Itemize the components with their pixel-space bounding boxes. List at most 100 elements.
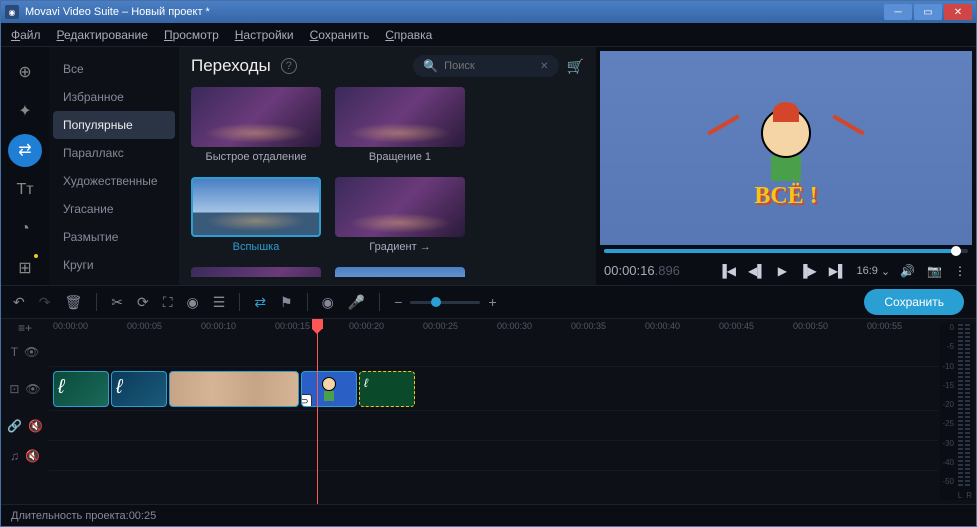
audio-track[interactable] [49,441,938,471]
zoom-out-button[interactable]: − [394,294,402,310]
video-track[interactable]: ℓ ℓ ⊂⊃ ℓ [49,367,938,411]
cat-favorites[interactable]: Избранное [49,83,179,111]
cat-artistic[interactable]: Художественные [49,167,179,195]
close-button[interactable]: ✕ [944,4,972,20]
transition-thumb [335,177,465,237]
clip[interactable]: ℓ [359,371,415,407]
next-clip-button[interactable]: ▶▌ [827,264,849,278]
transition-label: Вращение 1 [335,151,465,163]
prev-frame-button[interactable]: ◀▌ [746,264,768,278]
timeline-toolbar: ↶ ↷ 🗑 ✂ ⟳ ⛶ ◉ ☰ ⇄ ⚑ ◉ 🎤 − + Сохранить [1,285,976,319]
crop-button[interactable]: ⛶ [163,294,173,311]
clip[interactable] [169,371,299,407]
preview-video[interactable]: ВСЁ ! [600,51,972,245]
more-tool[interactable]: ⊞ [8,252,42,285]
transition-item[interactable]: Кен Бернс - плавно [335,267,465,277]
transitions-panel: Переходы ? 🔍 ✕ 🛒 Быс [179,47,596,285]
more-icon[interactable]: ⋮ [952,264,968,278]
text-track-icon[interactable]: T [11,345,18,359]
rotate-button[interactable]: ⟳ [137,294,149,311]
split-button[interactable]: ✂ [111,294,123,311]
menu-save[interactable]: Сохранить [310,28,370,42]
transition-item[interactable]: Вращение 1 [335,87,465,163]
cat-blur[interactable]: Размытие [49,223,179,251]
playhead[interactable] [317,319,318,504]
menu-settings[interactable]: Настройки [235,28,294,42]
transition-badge[interactable]: ⊂⊃ [301,394,312,407]
menu-file[interactable]: Файл [11,28,41,42]
clip[interactable]: ℓ [111,371,167,407]
transition-item-selected[interactable]: Вспышка [191,177,321,253]
next-frame-button[interactable]: ▐▶ [797,264,819,278]
status-label: Длительность проекта: [11,510,129,522]
mute-icon[interactable]: 🔇 [28,419,43,433]
zoom-slider[interactable] [410,301,480,304]
cat-all[interactable]: Все [49,55,179,83]
prev-clip-button[interactable]: ▐◀ [716,264,738,278]
search-input[interactable] [444,60,534,72]
volume-icon[interactable]: 🔊 [898,264,917,278]
preview-character [736,108,836,188]
search-field[interactable]: 🔍 ✕ [413,55,558,77]
export-button[interactable]: Сохранить [864,289,964,315]
transition-label: Быстрое отдаление [191,151,321,163]
menu-help[interactable]: Справка [385,28,432,42]
marker-button[interactable]: ⚑ [280,294,293,311]
timecode: 00:00:16.896 [604,263,680,279]
undo-button[interactable]: ↶ [13,294,25,311]
filters-tool[interactable]: ✦ [8,94,42,127]
play-button[interactable]: ▶ [776,264,789,278]
transitions-tool[interactable]: ⇄ [8,134,42,167]
transition-item[interactable]: Быстрое отдаление [191,87,321,163]
status-value: 00:25 [129,510,157,522]
cat-fade[interactable]: Угасание [49,195,179,223]
maximize-button[interactable]: ▭ [914,4,942,20]
link-track-icon[interactable]: 🔗 [7,419,22,433]
menu-edit[interactable]: Редактирование [57,28,148,42]
minimize-button[interactable]: ─ [884,4,912,20]
mute-icon[interactable]: 🔇 [25,449,40,463]
help-icon[interactable]: ? [281,58,297,74]
import-tool[interactable]: ⊕ [8,55,42,88]
transition-thumb [191,87,321,147]
visibility-icon[interactable]: 👁 [25,382,40,396]
add-track-icon[interactable]: ≡+ [18,321,32,335]
record-audio-button[interactable]: 🎤 [348,294,365,311]
track-headers: ≡+ T 👁 ⊡ 👁 🔗 🔇 ♫ 🔇 [1,319,49,504]
transition-item[interactable]: Затемнение [191,267,321,277]
text-track[interactable] [49,337,938,367]
titles-tool[interactable]: Tᴛ [8,173,42,206]
delete-button[interactable]: 🗑 [64,294,82,311]
visibility-icon[interactable]: 👁 [24,345,39,359]
cat-circles[interactable]: Круги [49,251,179,279]
transition-props-button[interactable]: ⇄ [254,294,266,311]
snapshot-icon[interactable]: 📷 [925,264,944,278]
transition-label: Градиент → [335,241,465,253]
cat-parallax[interactable]: Параллакс [49,139,179,167]
window-title: Movavi Video Suite – Новый проект * [25,6,884,18]
cart-icon[interactable]: 🛒 [567,58,584,75]
menubar: Файл Редактирование Просмотр Настройки С… [1,23,976,47]
app-name: Movavi Video Suite [25,6,119,18]
aspect-ratio-select[interactable]: 16:9 ⌄ [856,265,890,278]
preview-overlay-text: ВСЁ ! [754,183,817,210]
transition-item[interactable]: Градиент → [335,177,465,253]
clip[interactable]: ℓ [53,371,109,407]
timeline[interactable]: 00:00:00 00:00:05 00:00:10 00:00:15 00:0… [49,319,938,504]
record-video-button[interactable]: ◉ [322,294,334,311]
preview-progress[interactable] [604,249,968,253]
audio-track-icon[interactable]: ♫ [10,449,19,463]
clip[interactable]: ⊂⊃ [301,371,357,407]
zoom-in-button[interactable]: + [488,294,496,310]
stickers-tool[interactable]: ◔ [8,212,42,245]
adjust-button[interactable]: ☰ [213,294,226,311]
menu-view[interactable]: Просмотр [164,28,219,42]
color-button[interactable]: ◉ [187,294,199,311]
cat-popular[interactable]: Популярные [53,111,175,139]
redo-button[interactable]: ↷ [39,294,51,311]
video-track-icon[interactable]: ⊡ [9,382,19,396]
statusbar: Длительность проекта: 00:25 [1,504,976,526]
timeline-ruler[interactable]: 00:00:00 00:00:05 00:00:10 00:00:15 00:0… [49,319,938,337]
clear-icon[interactable]: ✕ [540,61,548,72]
linked-audio-track[interactable] [49,411,938,441]
